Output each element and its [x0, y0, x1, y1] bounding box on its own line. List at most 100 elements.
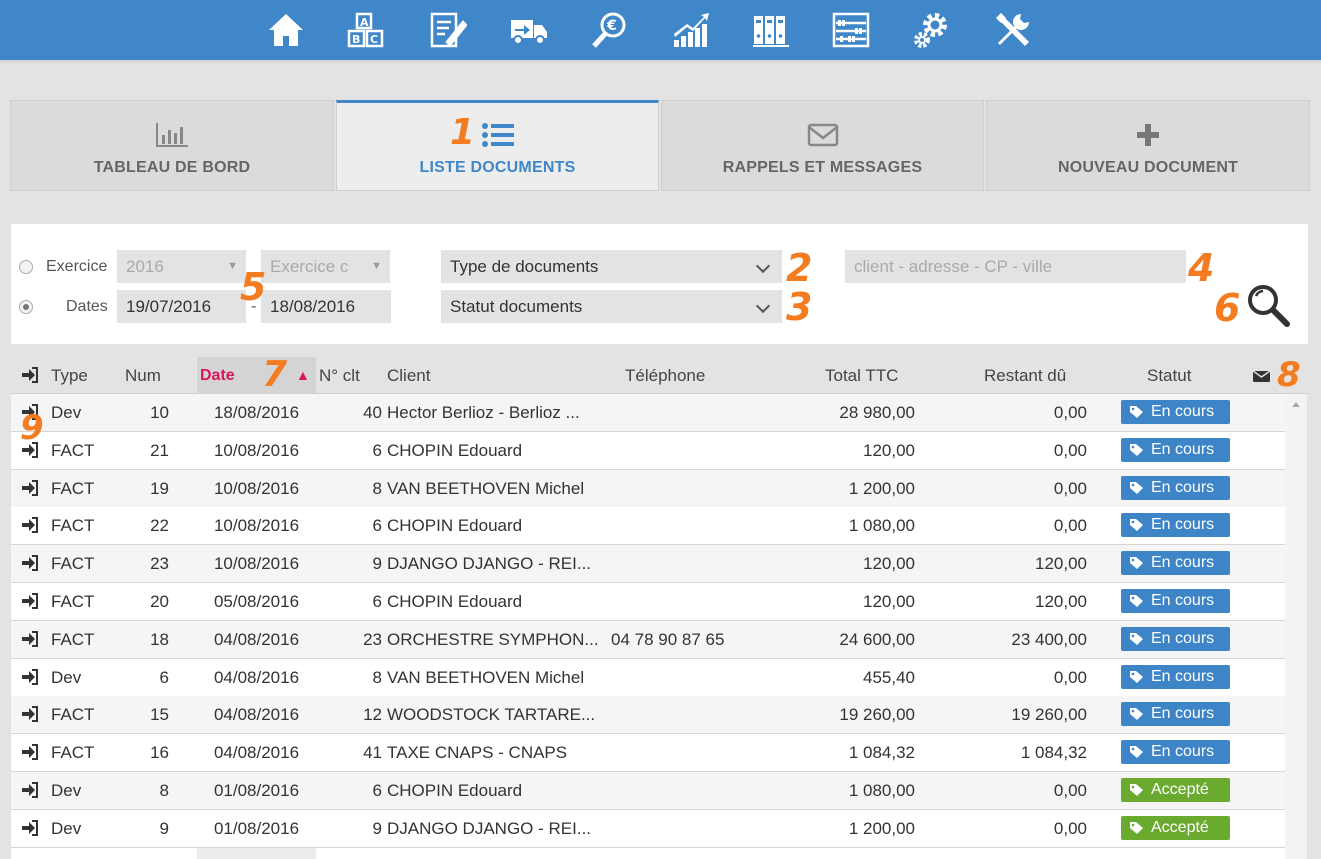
cell-total-ttc: 1 084,32	[848, 743, 915, 762]
plus-icon	[1134, 121, 1162, 154]
tools-icon[interactable]	[992, 9, 1034, 51]
status-badge[interactable]: En cours	[1121, 665, 1230, 689]
search-icon[interactable]	[1245, 282, 1291, 333]
vertical-scrollbar[interactable]	[1285, 394, 1307, 859]
sign-in-icon[interactable]	[21, 592, 39, 610]
cell-total-ttc: 1 200,00	[848, 479, 915, 498]
cell-restant-du: 120,00	[1035, 554, 1087, 573]
table-row[interactable]: Dev 9 01/08/2016 9 DJANGO DJANGO - REI... 1 2…	[11, 810, 1285, 848]
table-row[interactable]: FACT 20 05/08/2016 6 CHOPIN Edouard 120,00 120…	[11, 583, 1285, 621]
status-label: Accepté	[1151, 781, 1209, 798]
column-header-date[interactable]: Date	[200, 357, 235, 394]
status-badge[interactable]: En cours	[1121, 513, 1230, 537]
status-badge[interactable]: Accepté	[1121, 816, 1230, 840]
cell-telephone	[611, 507, 761, 544]
scroll-up-arrow-icon[interactable]	[1292, 402, 1300, 407]
statut-documents-select[interactable]: Statut documents	[441, 290, 782, 323]
cell-num: 10	[150, 403, 169, 422]
sign-in-icon[interactable]	[21, 554, 39, 572]
cell-nclt: 41	[363, 743, 382, 762]
table-row[interactable]: FACT 15 04/08/2016 12 WOODSTOCK TARTARE... 19…	[11, 696, 1285, 734]
column-header-nclt[interactable]: N° clt	[319, 357, 360, 394]
status-badge[interactable]: En cours	[1121, 702, 1230, 726]
sign-in-icon[interactable]	[21, 479, 39, 497]
tab-liste-documents[interactable]: LISTE DOCUMENTS	[336, 100, 659, 191]
type-documents-select[interactable]: Type de documents	[441, 250, 782, 283]
exercice-c-value: Exercice c	[270, 257, 349, 276]
cell-restant-du: 19 260,00	[1011, 705, 1087, 724]
binders-icon[interactable]	[750, 9, 792, 51]
cell-num: 23	[150, 554, 169, 573]
cell-restant-du: 0,00	[1053, 479, 1087, 498]
table-row[interactable]: Dev 6 04/08/2016 8 VAN BEETHOVEN Michel 455,4…	[11, 659, 1285, 697]
cell-telephone	[611, 470, 761, 507]
abacus-icon[interactable]	[830, 9, 872, 51]
cell-date: 18/08/2016	[213, 403, 300, 422]
table-row[interactable]: FACT 22 10/08/2016 6 CHOPIN Edouard 1 080,00 0…	[11, 507, 1285, 545]
sign-in-icon[interactable]	[21, 705, 39, 723]
status-badge[interactable]: En cours	[1121, 400, 1230, 424]
column-header-statut[interactable]: Statut	[1147, 357, 1191, 394]
tag-icon	[1130, 633, 1143, 645]
column-header-type[interactable]: Type	[51, 357, 88, 394]
sign-in-icon[interactable]	[21, 630, 39, 648]
cell-telephone	[611, 545, 761, 582]
exercice-c-select[interactable]: Exercice c ▼	[261, 250, 390, 283]
table-row[interactable]: Dev 10 18/08/2016 40 Hector Berlioz - Berlio…	[11, 394, 1285, 432]
abc-blocks-icon[interactable]: ABC	[345, 9, 387, 51]
sign-in-icon[interactable]	[21, 781, 39, 799]
cell-client: VAN BEETHOVEN Michel	[387, 479, 585, 498]
column-header-telephone[interactable]: Téléphone	[625, 357, 705, 394]
status-badge[interactable]: En cours	[1121, 551, 1230, 575]
status-badge[interactable]: Accepté	[1121, 778, 1230, 802]
tab-rappels-et-messages[interactable]: RAPPELS ET MESSAGES	[661, 100, 984, 191]
date-to-input[interactable]: 18/08/2016	[261, 290, 391, 323]
table-row[interactable]: FACT 16 04/08/2016 41 TAXE CNAPS - CNAPS 1 08…	[11, 734, 1285, 772]
table-row[interactable]: FACT 23 10/08/2016 9 DJANGO DJANGO - REI... 1…	[11, 545, 1285, 583]
growth-chart-icon[interactable]	[670, 9, 712, 51]
column-header-restant-du[interactable]: Restant dû	[984, 357, 1066, 394]
svg-text:C: C	[370, 33, 378, 46]
client-search-input[interactable]: client - adresse - CP - ville	[845, 250, 1186, 283]
euro-search-icon[interactable]: €	[589, 9, 631, 51]
sign-in-icon[interactable]	[21, 819, 39, 837]
status-label: En cours	[1151, 479, 1215, 496]
status-badge[interactable]: En cours	[1121, 627, 1230, 651]
home-icon[interactable]	[265, 9, 307, 51]
table-row[interactable]: FACT 21 10/08/2016 6 CHOPIN Edouard 120,00 0,0…	[11, 432, 1285, 470]
radio-exercice[interactable]	[19, 260, 33, 274]
annotation-7: 7	[262, 354, 288, 395]
delivery-truck-icon[interactable]	[508, 9, 550, 51]
tab-tableau-de-bord[interactable]: TABLEAU DE BORD	[10, 100, 334, 191]
tab-label: RAPPELS ET MESSAGES	[722, 159, 923, 176]
sign-in-icon[interactable]	[21, 516, 39, 534]
column-header-num[interactable]: Num	[125, 357, 161, 394]
radio-dates[interactable]	[19, 300, 33, 314]
status-badge[interactable]: En cours	[1121, 476, 1230, 500]
column-header-client[interactable]: Client	[387, 357, 430, 394]
cell-type: FACT	[51, 592, 95, 611]
caret-down-icon: ▼	[371, 260, 382, 272]
table-row[interactable]: Dev 8 01/08/2016 6 CHOPIN Edouard 1 080,00 0,0…	[11, 772, 1285, 810]
cell-restant-du: 23 400,00	[1011, 630, 1087, 649]
cell-num: 20	[150, 592, 169, 611]
tag-icon	[1130, 406, 1143, 418]
status-label: Accepté	[1151, 819, 1209, 836]
status-badge[interactable]: En cours	[1121, 438, 1230, 462]
table-row[interactable]: FACT 19 10/08/2016 8 VAN BEETHOVEN Michel 1 2…	[11, 470, 1285, 508]
document-edit-icon[interactable]	[426, 9, 468, 51]
envelope-icon[interactable]	[1252, 369, 1271, 388]
sort-asc-icon[interactable]: ▲	[296, 357, 310, 394]
status-badge[interactable]: En cours	[1121, 589, 1230, 613]
tab-nouveau-document[interactable]: NOUVEAU DOCUMENT	[986, 100, 1310, 191]
cell-client: CHOPIN Edouard	[387, 781, 523, 800]
date-from-input[interactable]: 19/07/2016	[117, 290, 246, 323]
column-header-total-ttc[interactable]: Total TTC	[825, 357, 898, 394]
sign-in-icon[interactable]	[21, 668, 39, 686]
gears-icon[interactable]	[911, 9, 953, 51]
table-row[interactable]: FACT 18 04/08/2016 23 ORCHESTRE SYMPHON... 04…	[11, 621, 1285, 659]
exercice-year-select[interactable]: 2016 ▼	[117, 250, 246, 283]
status-badge[interactable]: En cours	[1121, 740, 1230, 764]
sign-in-icon[interactable]	[21, 743, 39, 761]
dates-label: Dates	[66, 298, 108, 315]
